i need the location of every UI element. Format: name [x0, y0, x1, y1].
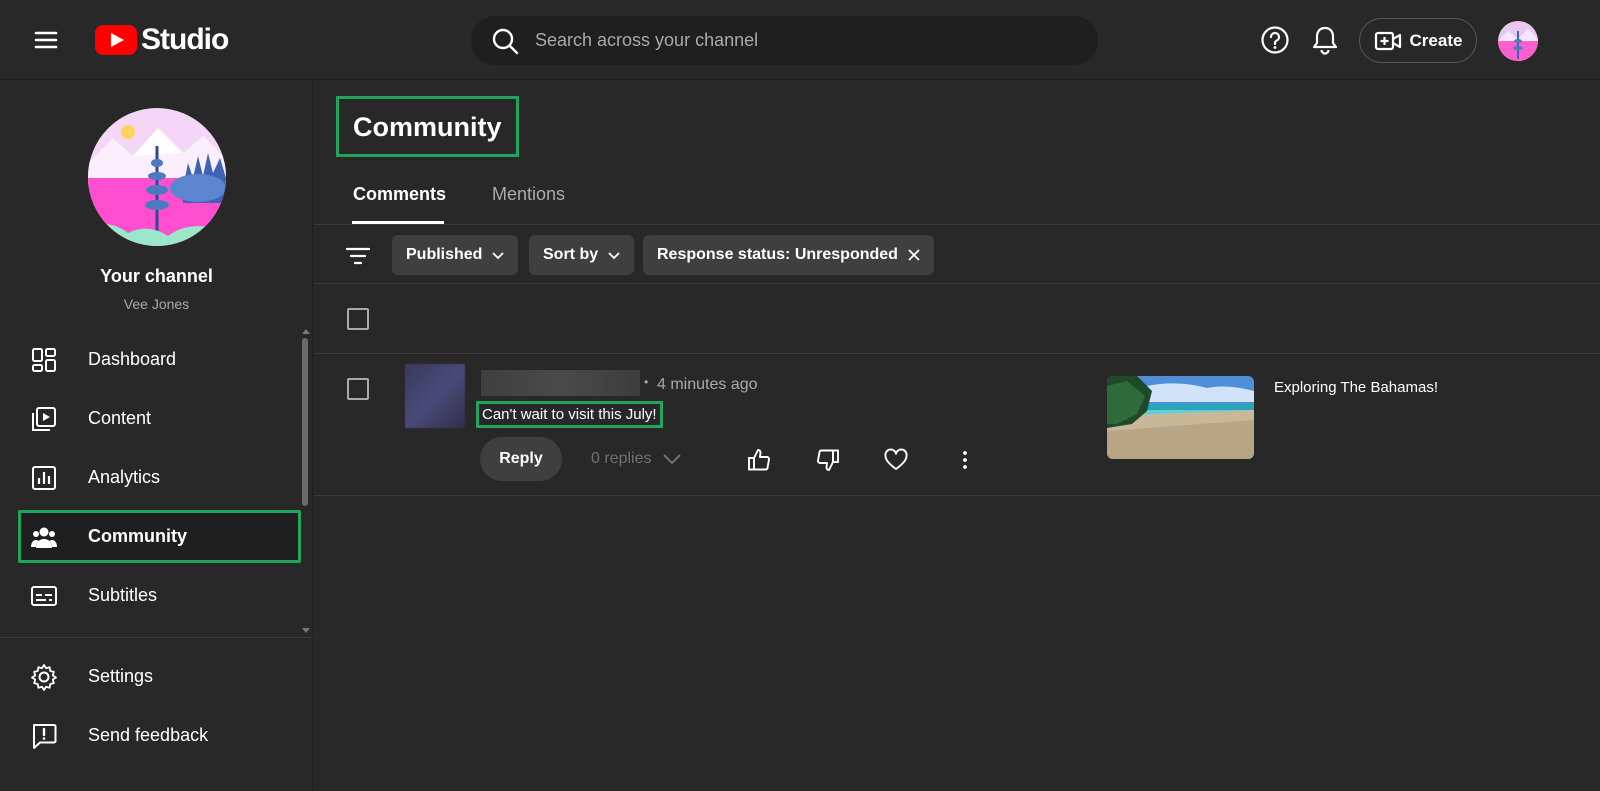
menu-icon[interactable] — [30, 24, 62, 56]
sidebar-item-label: Subtitles — [88, 585, 158, 605]
reply-button[interactable]: Reply — [480, 437, 562, 481]
main-content: Community Comments Mentions Published So… — [314, 80, 1600, 791]
like-icon[interactable] — [746, 447, 772, 473]
comment-row-divider — [314, 495, 1600, 496]
filter-icon[interactable] — [344, 242, 372, 270]
content-icon — [32, 406, 56, 431]
chip-label: Sort by — [543, 246, 599, 263]
replies-toggle[interactable]: 0 replies — [591, 450, 683, 468]
chevron-down-icon — [492, 252, 505, 260]
header-row-divider — [314, 353, 1600, 354]
sidebar-item-label: Send feedback — [88, 725, 209, 745]
sidebar-item-analytics[interactable]: Analytics — [18, 451, 301, 504]
dislike-icon[interactable] — [815, 447, 841, 473]
youtube-play-icon — [95, 25, 137, 55]
video-thumbnail[interactable] — [1107, 376, 1254, 459]
tab-comments[interactable]: Comments — [353, 184, 446, 205]
sidebar-item-community[interactable]: Community — [18, 510, 301, 563]
sidebar-item-label: Dashboard — [88, 349, 177, 369]
tabs-divider — [314, 224, 1600, 225]
tab-mentions[interactable]: Mentions — [492, 184, 565, 205]
sidebar-item-label: Analytics — [88, 467, 161, 487]
create-button[interactable]: Create — [1359, 18, 1477, 63]
gear-icon — [31, 663, 57, 691]
scroll-up-arrow[interactable] — [302, 329, 310, 334]
comment-checkbox[interactable] — [347, 378, 369, 400]
account-avatar[interactable] — [1498, 21, 1538, 61]
sidebar-scrollbar[interactable] — [302, 338, 308, 506]
sidebar: Your channel Vee Jones Dashboard Content… — [0, 80, 313, 791]
notifications-bell-icon[interactable] — [1310, 24, 1340, 56]
scroll-down-arrow[interactable] — [302, 628, 310, 633]
dashboard-icon — [32, 347, 56, 372]
search-icon[interactable] — [491, 27, 519, 55]
channel-title: Your channel — [100, 266, 213, 286]
comment-text: Can't wait to visit this July! — [476, 401, 663, 428]
sort-by-chip[interactable]: Sort by — [529, 235, 635, 275]
response-status-chip[interactable]: Response status: Unresponded — [643, 235, 934, 275]
sidebar-item-subtitles[interactable]: Subtitles — [18, 569, 301, 622]
subtitles-icon — [31, 585, 57, 606]
sidebar-item-content[interactable]: Content — [18, 392, 301, 445]
sidebar-divider — [0, 637, 313, 638]
page-title: Community — [336, 96, 519, 157]
feedback-icon — [33, 723, 57, 749]
youtube-studio-logo[interactable]: Studio — [95, 22, 229, 58]
sidebar-item-send-feedback[interactable]: Send feedback — [18, 709, 301, 762]
more-options-icon[interactable] — [952, 447, 978, 473]
video-add-icon — [1374, 31, 1401, 50]
community-icon — [31, 527, 57, 548]
separator-dot: • — [644, 375, 649, 389]
logo-text: Studio — [141, 23, 229, 56]
commenter-name-blurred[interactable] — [481, 370, 640, 396]
sidebar-item-label: Content — [88, 408, 152, 428]
heart-icon[interactable] — [883, 447, 909, 473]
channel-name: Vee Jones — [123, 296, 190, 312]
close-icon[interactable] — [906, 247, 922, 263]
comment-timestamp: 4 minutes ago — [657, 376, 758, 393]
help-icon[interactable] — [1260, 25, 1290, 55]
chevron-down-icon — [608, 252, 620, 260]
sidebar-item-settings[interactable]: Settings — [18, 650, 301, 703]
top-bar: Studio Create — [0, 0, 1600, 80]
search-bar[interactable] — [471, 16, 1098, 65]
filter-divider — [314, 283, 1600, 284]
commenter-avatar[interactable] — [405, 364, 465, 428]
channel-avatar[interactable] — [88, 108, 226, 246]
chip-label: Published — [406, 246, 483, 263]
chip-label: Response status: Unresponded — [657, 246, 898, 263]
search-input[interactable] — [535, 30, 1055, 51]
create-label: Create — [1409, 30, 1463, 50]
published-filter-chip[interactable]: Published — [392, 235, 519, 275]
sidebar-item-dashboard[interactable]: Dashboard — [18, 333, 301, 386]
replies-count: 0 replies — [591, 450, 652, 467]
video-title[interactable]: Exploring The Bahamas! — [1274, 379, 1438, 396]
select-all-checkbox[interactable] — [347, 308, 369, 330]
analytics-icon — [32, 465, 56, 490]
sidebar-item-label: Community — [88, 526, 187, 546]
sidebar-item-label: Settings — [88, 666, 154, 686]
chevron-down-icon — [663, 454, 682, 465]
